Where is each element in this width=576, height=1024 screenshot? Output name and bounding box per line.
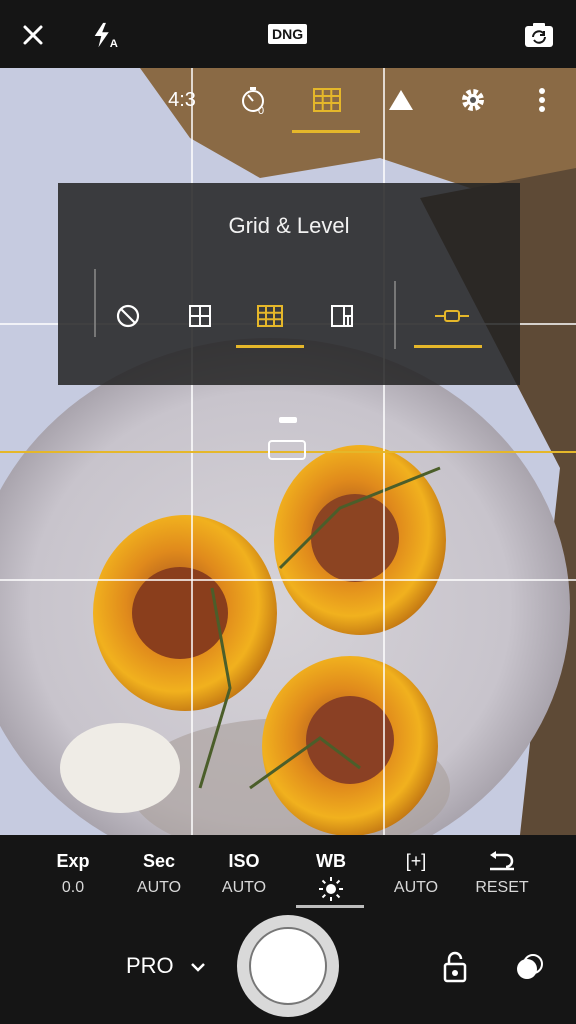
overlay-toolbar: 4:3 0 bbox=[150, 80, 570, 133]
mode-label: PRO bbox=[126, 953, 174, 978]
highlight-clipping-icon[interactable] bbox=[386, 80, 416, 120]
grid-3x3-icon[interactable] bbox=[255, 301, 285, 331]
bottom-controls: Exp 0.0 Sec AUTO ISO AUTO WB [+] AUTO RE… bbox=[0, 835, 576, 1024]
focus-label: [+] bbox=[405, 851, 427, 871]
focus-control[interactable]: [+] AUTO bbox=[381, 849, 451, 897]
focus-value: AUTO bbox=[393, 879, 439, 896]
grid-2x2-icon[interactable] bbox=[185, 301, 215, 331]
flash-auto-icon[interactable]: A bbox=[90, 20, 120, 50]
wb-selected-underline bbox=[296, 905, 364, 908]
format-badge[interactable]: DNG bbox=[268, 24, 308, 44]
camera-switch-icon[interactable] bbox=[524, 20, 554, 50]
more-options-icon[interactable] bbox=[530, 80, 554, 120]
auto-white-balance-icon bbox=[296, 875, 366, 903]
reset-label: RESET bbox=[475, 879, 529, 896]
level-indicator-box bbox=[268, 440, 306, 460]
aspect-ratio-button[interactable]: 4:3 bbox=[162, 80, 202, 120]
divider bbox=[394, 281, 396, 349]
shutter-button-inner bbox=[249, 927, 327, 1005]
iso-label: ISO bbox=[228, 851, 260, 871]
unlock-settings-icon[interactable] bbox=[440, 950, 470, 984]
level-icon[interactable] bbox=[432, 301, 472, 331]
grid-selected-underline bbox=[292, 130, 360, 133]
reset-icon bbox=[467, 849, 537, 873]
iso-control[interactable]: ISO AUTO bbox=[209, 849, 279, 897]
level-indicator-top bbox=[279, 417, 297, 423]
grid-none-icon[interactable] bbox=[113, 301, 143, 331]
gear-icon[interactable] bbox=[458, 80, 488, 120]
grid-line-horizontal bbox=[0, 579, 576, 581]
top-toolbar: A DNG bbox=[0, 0, 576, 68]
timer-value: 0 bbox=[258, 105, 264, 115]
timer-icon[interactable]: 0 bbox=[236, 80, 272, 120]
exposure-value: 0.0 bbox=[61, 879, 85, 896]
divider bbox=[94, 269, 96, 337]
shutter-speed-control[interactable]: Sec AUTO bbox=[124, 849, 194, 897]
reset-control[interactable]: RESET bbox=[467, 849, 537, 897]
exposure-label: Exp bbox=[56, 851, 90, 871]
grid-icon[interactable] bbox=[310, 80, 344, 120]
white-balance-control[interactable]: WB bbox=[296, 849, 366, 903]
shutter-button[interactable] bbox=[237, 915, 339, 1017]
svg-text:A: A bbox=[110, 38, 118, 50]
iso-value: AUTO bbox=[221, 879, 267, 896]
shutter-speed-label: Sec bbox=[142, 851, 176, 871]
effects-icon[interactable] bbox=[514, 951, 546, 983]
chevron-down-icon bbox=[190, 953, 206, 978]
white-balance-label: WB bbox=[316, 851, 346, 871]
shutter-speed-value: AUTO bbox=[136, 879, 182, 896]
panel-title: Grid & Level bbox=[228, 213, 350, 238]
exposure-control[interactable]: Exp 0.0 bbox=[38, 849, 108, 897]
grid-option-underline bbox=[236, 345, 304, 348]
close-icon[interactable] bbox=[18, 20, 48, 50]
mode-selector[interactable]: PRO bbox=[126, 953, 206, 979]
grid-level-panel: Grid & Level bbox=[58, 183, 520, 385]
level-option-underline bbox=[414, 345, 482, 348]
golden-ratio-icon[interactable] bbox=[327, 301, 357, 331]
